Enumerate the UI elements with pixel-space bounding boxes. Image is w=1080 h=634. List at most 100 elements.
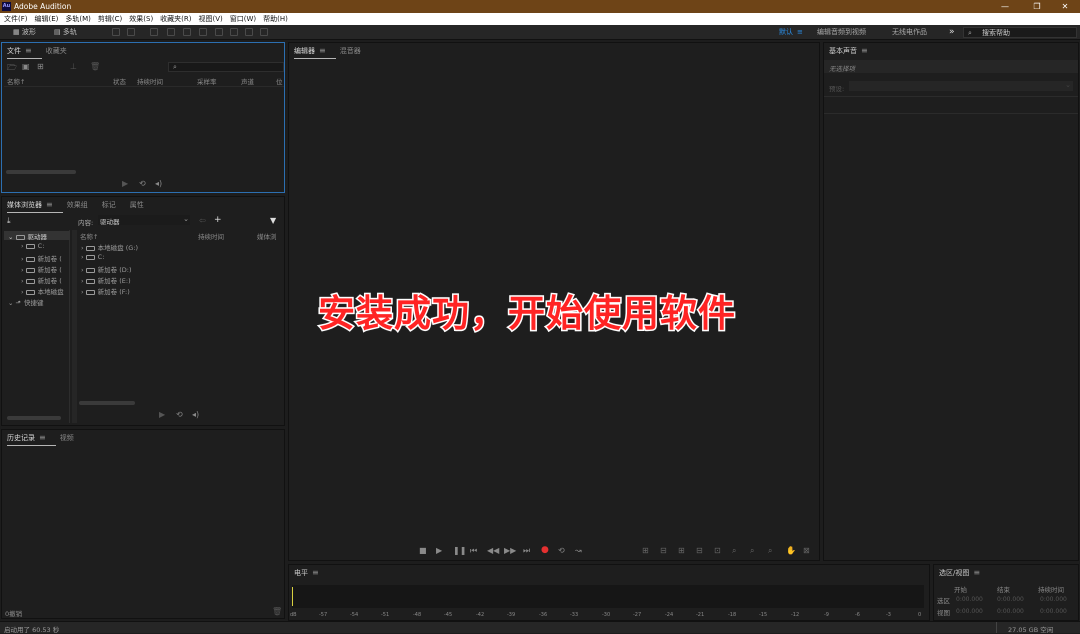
more-workspaces-button[interactable]: » <box>949 27 955 38</box>
back-icon[interactable]: ⇦ <box>199 216 206 225</box>
column-name[interactable]: 名称↑ <box>7 76 25 86</box>
tree-item-drives[interactable]: ⌄ 驱动器 <box>8 231 47 241</box>
healing-tool-icon[interactable] <box>260 28 268 36</box>
list-item[interactable]: › 新加卷 (D:) <box>81 264 132 274</box>
tree-item-e[interactable]: › 新加卷 ( <box>21 264 62 274</box>
brush-tool-icon[interactable] <box>245 28 253 36</box>
filter-icon[interactable]: ▼ <box>270 216 276 225</box>
horizontal-scrollbar[interactable] <box>79 401 135 405</box>
skip-selection-icon[interactable]: ↝ <box>575 546 582 555</box>
list-item[interactable]: › 新加卷 (F:) <box>81 286 130 296</box>
files-search-input[interactable]: ⌕ <box>168 62 284 72</box>
tab-properties[interactable]: 属性 <box>130 200 144 210</box>
menu-multitrack[interactable]: 多轨(M) <box>65 14 91 24</box>
zoom-tracks-icon[interactable]: ⊠ <box>803 546 810 555</box>
workspace-radio[interactable]: 无线电作品 <box>892 27 927 38</box>
razor-tool-icon[interactable] <box>167 28 175 36</box>
horizontal-scrollbar[interactable] <box>7 416 61 420</box>
zoom-in-point-icon[interactable]: ⌕ <box>750 546 754 556</box>
skip-start-icon[interactable]: ⏮ <box>470 546 477 556</box>
marquee-tool-icon[interactable] <box>215 28 223 36</box>
panel-menu-icon[interactable]: ≡ <box>312 568 319 577</box>
loop-icon[interactable]: ⟲ <box>176 410 183 419</box>
list-item[interactable]: › 新加卷 (E:) <box>81 275 131 285</box>
tab-media-browser[interactable]: 媒体浏览器 ≡ <box>7 200 63 213</box>
play-icon[interactable]: ▶ <box>436 546 442 555</box>
column-status[interactable]: 状态 <box>113 76 126 86</box>
zoom-out-amplitude-icon[interactable]: ⊟ <box>660 546 667 555</box>
column-samplerate[interactable]: 采样率 <box>197 76 217 86</box>
fast-forward-icon[interactable]: ▶▶ <box>504 546 516 555</box>
stop-icon[interactable]: ■ <box>419 546 427 555</box>
tab-editor[interactable]: 编辑器 ≡ <box>294 46 336 59</box>
menu-edit[interactable]: 编辑(E) <box>35 14 59 24</box>
hand-icon[interactable]: ✋ <box>786 546 796 555</box>
menu-effects[interactable]: 效果(S) <box>129 14 153 24</box>
record-icon[interactable]: ● <box>541 545 549 555</box>
column-duration[interactable]: 持续时间 <box>137 76 163 86</box>
content-dropdown[interactable]: 驱动器 ⌄ <box>98 215 190 226</box>
tree-item-shortcuts[interactable]: ⌄ ⬏ 快捷键 <box>8 297 43 307</box>
view-end[interactable]: 0:00.000 <box>997 608 1024 615</box>
zoom-full-icon[interactable]: ⊡ <box>714 546 721 555</box>
lasso-tool-icon[interactable] <box>230 28 238 36</box>
selection-end[interactable]: 0:00.000 <box>997 596 1024 603</box>
tree-item-d[interactable]: › 新加卷 ( <box>21 253 62 263</box>
column-duration[interactable]: 持续时间 <box>198 231 224 241</box>
selection-start[interactable]: 0:00.000 <box>956 596 983 603</box>
panel-menu-icon[interactable]: ≡ <box>25 46 32 55</box>
trash-icon[interactable]: 🗑 <box>90 62 100 71</box>
autoplay-icon[interactable]: ◂) <box>192 410 199 419</box>
tree-item-g[interactable]: › 本地磁盘 <box>21 286 64 296</box>
play-icon[interactable]: ▶ <box>122 179 128 188</box>
close-button[interactable]: ✕ <box>1050 0 1080 13</box>
column-media-browser[interactable]: 媒体浏 <box>257 231 277 241</box>
menu-window[interactable]: 窗口(W) <box>230 14 256 24</box>
panel-menu-icon[interactable]: ≡ <box>319 46 326 55</box>
play-icon[interactable]: ▶ <box>159 410 165 419</box>
tab-favorites[interactable]: 收藏夹 <box>46 46 67 56</box>
loop-icon[interactable]: ⟲ <box>139 179 146 188</box>
pause-icon[interactable]: ❚❚ <box>453 546 466 555</box>
menu-file[interactable]: 文件(F) <box>4 14 28 24</box>
new-file-icon[interactable]: ⊞ <box>37 62 44 71</box>
tab-mixer[interactable]: 混音器 <box>340 46 361 56</box>
zoom-in-amplitude-icon[interactable]: ⊞ <box>642 546 649 555</box>
tree-item-c[interactable]: › C: <box>21 242 44 250</box>
column-bits[interactable]: 位 <box>276 76 283 86</box>
loop-icon[interactable]: ⟲ <box>558 546 565 555</box>
time-select-tool-icon[interactable] <box>199 28 207 36</box>
panel-menu-icon[interactable]: ≡ <box>39 433 46 442</box>
panel-menu-icon[interactable]: ≡ <box>973 568 980 577</box>
view-duration[interactable]: 0:00.000 <box>1040 608 1067 615</box>
view-start[interactable]: 0:00.000 <box>956 608 983 615</box>
workspace-menu-icon[interactable]: ≡ <box>797 27 803 38</box>
panel-menu-icon[interactable]: ≡ <box>46 200 53 209</box>
tab-selection-view[interactable]: 选区/视图 ≡ <box>939 568 980 578</box>
zoom-selection-icon[interactable]: ⌕ <box>732 546 736 556</box>
zoom-in-time-icon[interactable]: ⊞ <box>678 546 685 555</box>
selection-duration[interactable]: 0:00.000 <box>1040 596 1067 603</box>
tree-item-f[interactable]: › 新加卷 ( <box>21 275 62 285</box>
preset-dropdown[interactable]: ⌄ <box>849 81 1073 91</box>
workspace-default[interactable]: 默认 <box>779 27 793 38</box>
menu-view[interactable]: 视图(V) <box>199 14 223 24</box>
list-item[interactable]: › C: <box>81 253 104 261</box>
multitrack-view-button[interactable]: ▤ 多轨 <box>54 27 77 38</box>
import-icon[interactable]: ▣ <box>22 62 30 71</box>
import-media-icon[interactable]: ⤓ <box>7 216 11 226</box>
open-folder-icon[interactable]: 🗁 <box>7 62 17 76</box>
workspace-edit-video[interactable]: 编辑音频到视频 <box>817 27 866 38</box>
horizontal-scrollbar[interactable] <box>6 170 76 174</box>
menu-help[interactable]: 帮助(H) <box>263 14 288 24</box>
tab-effects-rack[interactable]: 效果组 <box>67 200 88 210</box>
trash-icon[interactable]: 🗑 <box>272 607 282 616</box>
autoplay-icon[interactable]: ◂) <box>155 179 162 188</box>
waveform-view-button[interactable]: ▦ 波形 <box>13 27 36 38</box>
search-help-field[interactable]: ⌕ 搜索帮助 <box>963 27 1077 38</box>
tab-video[interactable]: 视频 <box>60 433 74 443</box>
tab-essential-sound[interactable]: 基本声音 ≡ <box>829 46 868 56</box>
minimize-button[interactable]: — <box>990 0 1020 13</box>
add-shortcut-icon[interactable]: + <box>214 215 222 225</box>
tab-files[interactable]: 文件 ≡ <box>7 46 42 59</box>
